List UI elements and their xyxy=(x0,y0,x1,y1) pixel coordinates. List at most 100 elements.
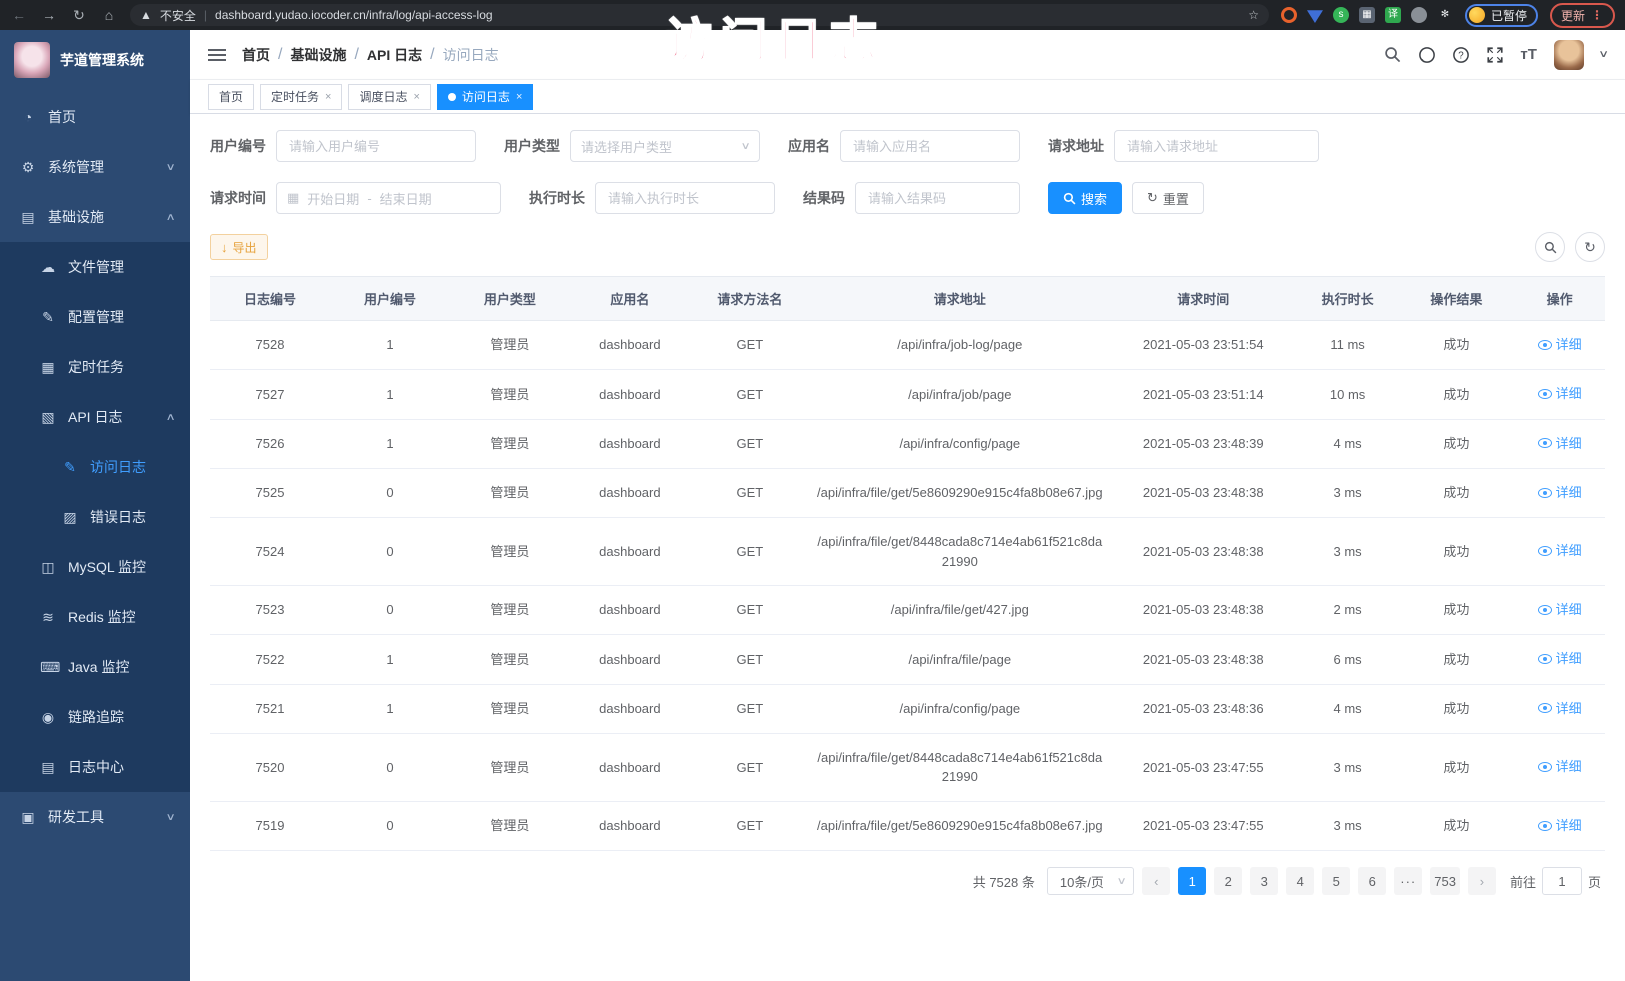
page-button-1[interactable]: 1 xyxy=(1178,867,1206,895)
cell-url: /api/infra/file/get/5e8609290e915c4fa8b0… xyxy=(810,801,1110,850)
sidebar-item-5[interactable]: ▦定时任务 xyxy=(0,342,190,392)
tab-0[interactable]: 首页 xyxy=(208,84,254,110)
page-button-6[interactable]: 6 xyxy=(1358,867,1386,895)
fullscreen-icon[interactable] xyxy=(1486,46,1504,64)
browser-reload-icon[interactable]: ↻ xyxy=(70,7,88,24)
export-button[interactable]: ↓ 导出 xyxy=(210,234,268,260)
tab-1[interactable]: 定时任务× xyxy=(260,84,342,110)
user-type-select[interactable]: 请选择用户类型 ∨ xyxy=(570,130,760,162)
browser-update-button[interactable]: 更新 ⋮ xyxy=(1550,3,1615,28)
toggle-search-button[interactable] xyxy=(1535,232,1565,262)
hamburger-icon[interactable] xyxy=(208,46,226,64)
reset-button[interactable]: ↻ 重置 xyxy=(1132,182,1204,214)
tab-label: 访问日志 xyxy=(462,88,510,105)
detail-link[interactable]: 详细 xyxy=(1538,757,1582,777)
sidebar-item-14[interactable]: ▣研发工具∨ xyxy=(0,792,190,842)
sidebar-item-6[interactable]: ▧API 日志∧ xyxy=(0,392,190,442)
result-code-input[interactable] xyxy=(855,182,1020,214)
sidebar-item-7[interactable]: ✎访问日志 xyxy=(0,442,190,492)
detail-link[interactable]: 详细 xyxy=(1538,649,1582,669)
tab-close-icon[interactable]: × xyxy=(516,91,522,103)
goto-page-input[interactable] xyxy=(1542,867,1582,895)
search-icon[interactable] xyxy=(1384,46,1402,64)
sidebar-item-11[interactable]: ⌨Java 监控 xyxy=(0,642,190,692)
browser-menu-icon[interactable]: ⋮ xyxy=(1591,8,1604,22)
user-id-input[interactable] xyxy=(276,130,476,162)
detail-link[interactable]: 详细 xyxy=(1538,541,1582,561)
eye-icon xyxy=(1538,654,1552,664)
next-page-button[interactable]: › xyxy=(1468,867,1496,895)
address-bar[interactable]: ▲ 不安全 | dashboard.yudao.iocoder.cn/infra… xyxy=(130,4,1269,26)
breadcrumb-item-0[interactable]: 首页 xyxy=(242,45,270,65)
extension-pinwheel-icon[interactable]: ✻ xyxy=(1437,7,1453,23)
app-name-input[interactable] xyxy=(840,130,1020,162)
request-time-label: 请求时间 xyxy=(210,188,266,208)
browser-forward-icon[interactable]: → xyxy=(40,7,58,23)
sidebar-item-1[interactable]: ⚙系统管理∨ xyxy=(0,142,190,192)
browser-home-icon[interactable]: ⌂ xyxy=(100,7,118,23)
browser-profile-chip[interactable]: 已暂停 xyxy=(1465,4,1538,27)
tab-2[interactable]: 调度日志× xyxy=(348,84,430,110)
user-avatar[interactable] xyxy=(1554,40,1584,70)
extension-green-circle-icon[interactable]: s xyxy=(1333,7,1349,23)
extension-blocks-icon[interactable]: ▦ xyxy=(1359,7,1375,23)
page-size-select[interactable]: 10条/页 ∨ xyxy=(1047,867,1134,895)
sidebar-logo[interactable]: 芋道管理系统 xyxy=(0,30,190,92)
extension-shield-icon[interactable] xyxy=(1307,7,1323,23)
font-size-icon[interactable]: ᴛT xyxy=(1520,46,1538,64)
page-button-4[interactable]: 4 xyxy=(1286,867,1314,895)
redis-icon: ≋ xyxy=(40,609,56,626)
page-button-3[interactable]: 3 xyxy=(1250,867,1278,895)
refresh-table-button[interactable]: ↻ xyxy=(1575,232,1605,262)
detail-link[interactable]: 详细 xyxy=(1538,816,1582,836)
cell-method: GET xyxy=(690,468,810,517)
sidebar-item-12[interactable]: ◉链路追踪 xyxy=(0,692,190,742)
end-date-placeholder: 结束日期 xyxy=(380,189,432,208)
bookmark-star-icon[interactable]: ☆ xyxy=(1248,8,1259,22)
sidebar-item-2[interactable]: ▤基础设施∧ xyxy=(0,192,190,242)
eye-icon xyxy=(1538,389,1552,399)
eye-icon xyxy=(1538,488,1552,498)
sidebar-item-8[interactable]: ▨错误日志 xyxy=(0,492,190,542)
cell-uid: 1 xyxy=(330,635,450,684)
detail-link[interactable]: 详细 xyxy=(1538,483,1582,503)
breadcrumb-item-1[interactable]: 基础设施 xyxy=(290,45,346,65)
duration-input[interactable] xyxy=(595,182,775,214)
chevron-down-icon[interactable]: ∨ xyxy=(1598,49,1609,60)
request-url-input[interactable] xyxy=(1114,130,1319,162)
breadcrumb-item-2[interactable]: API 日志 xyxy=(367,45,422,65)
cell-res: 成功 xyxy=(1399,684,1515,733)
search-button[interactable]: 搜索 xyxy=(1048,182,1122,214)
detail-link[interactable]: 详细 xyxy=(1538,434,1582,454)
detail-link[interactable]: 详细 xyxy=(1538,335,1582,355)
sidebar-item-4[interactable]: ✎配置管理 xyxy=(0,292,190,342)
cell-time: 2021-05-03 23:48:38 xyxy=(1110,518,1297,586)
browser-back-icon[interactable]: ← xyxy=(10,7,28,23)
tab-close-icon[interactable]: × xyxy=(325,91,331,103)
page-button-753[interactable]: 753 xyxy=(1430,867,1460,895)
sidebar-item-10[interactable]: ≋Redis 监控 xyxy=(0,592,190,642)
sidebar-item-9[interactable]: ◫MySQL 监控 xyxy=(0,542,190,592)
detail-link[interactable]: 详细 xyxy=(1538,384,1582,404)
page-ellipsis[interactable]: ··· xyxy=(1394,867,1422,895)
help-icon[interactable]: ? xyxy=(1452,46,1470,64)
page-button-2[interactable]: 2 xyxy=(1214,867,1242,895)
tab-close-icon[interactable]: × xyxy=(413,91,419,103)
sidebar-item-3[interactable]: ☁文件管理 xyxy=(0,242,190,292)
github-icon[interactable] xyxy=(1418,46,1436,64)
tab-3[interactable]: 访问日志 × xyxy=(437,84,533,110)
extension-gray-icon[interactable] xyxy=(1411,7,1427,23)
detail-link[interactable]: 详细 xyxy=(1538,699,1582,719)
prev-page-button[interactable]: ‹ xyxy=(1142,867,1170,895)
sidebar-item-0[interactable]: ◔首页 xyxy=(0,92,190,142)
extension-orange-icon[interactable] xyxy=(1281,7,1297,23)
sidebar-item-13[interactable]: ▤日志中心 xyxy=(0,742,190,792)
sidebar: 芋道管理系统 ◔首页⚙系统管理∨▤基础设施∧☁文件管理✎配置管理▦定时任务▧AP… xyxy=(0,30,190,981)
cell-uid: 1 xyxy=(330,321,450,370)
page-button-5[interactable]: 5 xyxy=(1322,867,1350,895)
breadcrumb-separator: / xyxy=(278,46,282,64)
detail-link[interactable]: 详细 xyxy=(1538,600,1582,620)
breadcrumb-separator: / xyxy=(354,46,358,64)
extension-translate-icon[interactable]: 译 xyxy=(1385,7,1401,23)
date-range-picker[interactable]: ▦ 开始日期 - 结束日期 xyxy=(276,182,501,214)
